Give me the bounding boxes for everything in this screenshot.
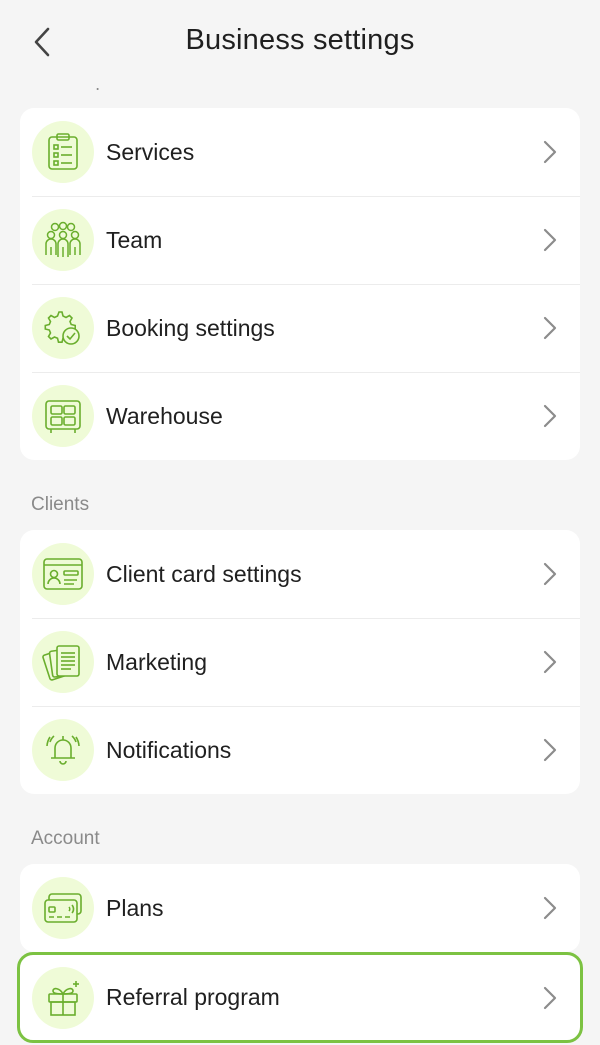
bell-icon (32, 719, 94, 781)
card-salon-operations: Services Team Booking settings Warehouse (20, 108, 580, 460)
settings-item-label: Booking settings (106, 314, 275, 341)
warehouse-icon (32, 385, 94, 447)
chevron-right-icon (536, 560, 564, 588)
services-list-icon (32, 121, 94, 183)
chevron-right-icon (536, 984, 564, 1012)
settings-item-label: Warehouse (106, 402, 223, 429)
chevron-right-icon (536, 736, 564, 764)
section-label-clients: Clients (31, 494, 90, 515)
page-title: Business settings (185, 24, 415, 56)
settings-item-label: Client card settings (106, 560, 302, 587)
settings-item-team[interactable]: Team (20, 196, 580, 284)
settings-item-notifications[interactable]: Notifications (20, 706, 580, 794)
settings-item-referral-program-highlight: Referral program (17, 952, 583, 1043)
settings-item-referral-program[interactable]: Referral program (20, 955, 580, 1040)
chevron-right-icon (536, 894, 564, 922)
settings-item-warehouse[interactable]: Warehouse (20, 372, 580, 460)
chevron-right-icon (536, 138, 564, 166)
credit-card-icon (32, 877, 94, 939)
settings-item-services[interactable]: Services (20, 108, 580, 196)
settings-item-label: Notifications (106, 736, 232, 763)
chevron-right-icon (536, 314, 564, 342)
card-account: Plans (20, 864, 580, 952)
card-clients: Client card settings Marketing Notificat… (20, 530, 580, 794)
settings-item-label: Plans (106, 894, 164, 921)
gift-icon (32, 966, 94, 1029)
settings-item-label: Referral program (106, 984, 280, 1010)
client-card-icon (32, 543, 94, 605)
app-header: Business settings (0, 0, 600, 88)
documents-icon (32, 631, 94, 693)
settings-item-plans[interactable]: Plans (20, 864, 580, 952)
settings-item-label: Marketing (106, 648, 207, 675)
chevron-right-icon (536, 226, 564, 254)
section-label-account: Account (31, 828, 100, 849)
chevron-right-icon (536, 402, 564, 430)
settings-item-label: Services (106, 138, 195, 165)
settings-item-marketing[interactable]: Marketing (20, 618, 580, 706)
settings-item-booking-settings[interactable]: Booking settings (20, 284, 580, 372)
team-icon (32, 209, 94, 271)
chevron-right-icon (536, 648, 564, 676)
settings-item-label: Team (106, 226, 163, 253)
gear-check-icon (32, 297, 94, 359)
settings-item-client-card-settings[interactable]: Client card settings (20, 530, 580, 618)
